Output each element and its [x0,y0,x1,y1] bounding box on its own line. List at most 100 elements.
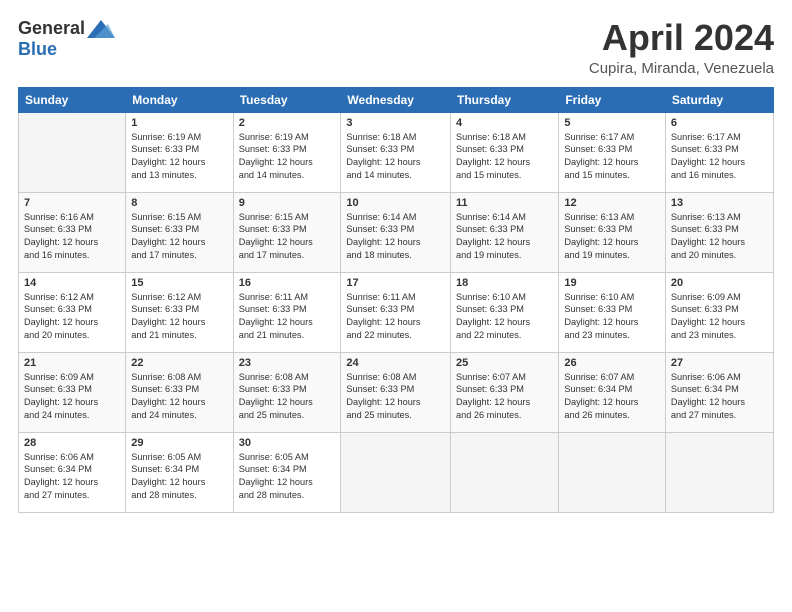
th-friday: Friday [559,87,666,112]
day-info: Sunrise: 6:05 AM Sunset: 6:34 PM Dayligh… [239,451,336,503]
calendar-cell: 9 Sunrise: 6:15 AM Sunset: 6:33 PM Dayli… [233,192,341,272]
day-info: Sunrise: 6:14 AM Sunset: 6:33 PM Dayligh… [456,211,553,263]
day-number: 1 [131,117,227,129]
calendar-cell: 13 Sunrise: 6:13 AM Sunset: 6:33 PM Dayl… [665,192,773,272]
day-info: Sunrise: 6:10 AM Sunset: 6:33 PM Dayligh… [564,291,660,343]
weekday-header-row: Sunday Monday Tuesday Wednesday Thursday… [19,87,774,112]
day-info: Sunrise: 6:13 AM Sunset: 6:33 PM Dayligh… [564,211,660,263]
day-info: Sunrise: 6:09 AM Sunset: 6:33 PM Dayligh… [671,291,768,343]
day-info: Sunrise: 6:09 AM Sunset: 6:33 PM Dayligh… [24,371,120,423]
calendar-cell: 11 Sunrise: 6:14 AM Sunset: 6:33 PM Dayl… [451,192,559,272]
day-number: 20 [671,277,768,289]
day-info: Sunrise: 6:17 AM Sunset: 6:33 PM Dayligh… [564,131,660,183]
day-number: 19 [564,277,660,289]
day-number: 17 [346,277,445,289]
day-number: 30 [239,437,336,449]
calendar-cell: 3 Sunrise: 6:18 AM Sunset: 6:33 PM Dayli… [341,112,451,192]
calendar-cell: 1 Sunrise: 6:19 AM Sunset: 6:33 PM Dayli… [126,112,233,192]
main-container: General Blue April 2024 Cupira, Miranda,… [0,0,792,612]
day-number: 11 [456,197,553,209]
day-info: Sunrise: 6:19 AM Sunset: 6:33 PM Dayligh… [131,131,227,183]
day-info: Sunrise: 6:15 AM Sunset: 6:33 PM Dayligh… [239,211,336,263]
th-monday: Monday [126,87,233,112]
calendar-cell: 4 Sunrise: 6:18 AM Sunset: 6:33 PM Dayli… [451,112,559,192]
calendar-cell [19,112,126,192]
day-number: 6 [671,117,768,129]
calendar-week-row: 21 Sunrise: 6:09 AM Sunset: 6:33 PM Dayl… [19,352,774,432]
day-number: 27 [671,357,768,369]
day-number: 22 [131,357,227,369]
day-info: Sunrise: 6:10 AM Sunset: 6:33 PM Dayligh… [456,291,553,343]
calendar-cell: 23 Sunrise: 6:08 AM Sunset: 6:33 PM Dayl… [233,352,341,432]
title-block: April 2024 Cupira, Miranda, Venezuela [589,18,774,77]
calendar-cell: 2 Sunrise: 6:19 AM Sunset: 6:33 PM Dayli… [233,112,341,192]
th-wednesday: Wednesday [341,87,451,112]
calendar-cell: 16 Sunrise: 6:11 AM Sunset: 6:33 PM Dayl… [233,272,341,352]
calendar-cell: 20 Sunrise: 6:09 AM Sunset: 6:33 PM Dayl… [665,272,773,352]
calendar-week-row: 7 Sunrise: 6:16 AM Sunset: 6:33 PM Dayli… [19,192,774,272]
calendar-cell: 5 Sunrise: 6:17 AM Sunset: 6:33 PM Dayli… [559,112,666,192]
th-thursday: Thursday [451,87,559,112]
day-info: Sunrise: 6:08 AM Sunset: 6:33 PM Dayligh… [346,371,445,423]
day-info: Sunrise: 6:06 AM Sunset: 6:34 PM Dayligh… [671,371,768,423]
day-info: Sunrise: 6:08 AM Sunset: 6:33 PM Dayligh… [239,371,336,423]
day-info: Sunrise: 6:07 AM Sunset: 6:34 PM Dayligh… [564,371,660,423]
day-info: Sunrise: 6:17 AM Sunset: 6:33 PM Dayligh… [671,131,768,183]
day-number: 16 [239,277,336,289]
day-info: Sunrise: 6:16 AM Sunset: 6:33 PM Dayligh… [24,211,120,263]
calendar-cell: 30 Sunrise: 6:05 AM Sunset: 6:34 PM Dayl… [233,432,341,512]
calendar-cell: 15 Sunrise: 6:12 AM Sunset: 6:33 PM Dayl… [126,272,233,352]
calendar-cell: 14 Sunrise: 6:12 AM Sunset: 6:33 PM Dayl… [19,272,126,352]
day-number: 10 [346,197,445,209]
calendar-cell: 10 Sunrise: 6:14 AM Sunset: 6:33 PM Dayl… [341,192,451,272]
calendar-cell: 18 Sunrise: 6:10 AM Sunset: 6:33 PM Dayl… [451,272,559,352]
day-number: 4 [456,117,553,129]
calendar-cell: 21 Sunrise: 6:09 AM Sunset: 6:33 PM Dayl… [19,352,126,432]
logo-blue-text: Blue [18,39,57,60]
day-number: 12 [564,197,660,209]
location: Cupira, Miranda, Venezuela [589,60,774,77]
calendar-cell [341,432,451,512]
day-number: 15 [131,277,227,289]
calendar-table: Sunday Monday Tuesday Wednesday Thursday… [18,87,774,513]
day-info: Sunrise: 6:18 AM Sunset: 6:33 PM Dayligh… [346,131,445,183]
calendar-cell: 27 Sunrise: 6:06 AM Sunset: 6:34 PM Dayl… [665,352,773,432]
calendar-cell: 19 Sunrise: 6:10 AM Sunset: 6:33 PM Dayl… [559,272,666,352]
calendar-cell: 8 Sunrise: 6:15 AM Sunset: 6:33 PM Dayli… [126,192,233,272]
calendar-cell: 7 Sunrise: 6:16 AM Sunset: 6:33 PM Dayli… [19,192,126,272]
day-number: 18 [456,277,553,289]
day-number: 5 [564,117,660,129]
calendar-cell: 17 Sunrise: 6:11 AM Sunset: 6:33 PM Dayl… [341,272,451,352]
th-tuesday: Tuesday [233,87,341,112]
day-info: Sunrise: 6:07 AM Sunset: 6:33 PM Dayligh… [456,371,553,423]
day-info: Sunrise: 6:19 AM Sunset: 6:33 PM Dayligh… [239,131,336,183]
calendar-cell: 24 Sunrise: 6:08 AM Sunset: 6:33 PM Dayl… [341,352,451,432]
calendar-cell: 22 Sunrise: 6:08 AM Sunset: 6:33 PM Dayl… [126,352,233,432]
day-number: 23 [239,357,336,369]
day-number: 3 [346,117,445,129]
calendar-cell: 25 Sunrise: 6:07 AM Sunset: 6:33 PM Dayl… [451,352,559,432]
day-number: 25 [456,357,553,369]
day-info: Sunrise: 6:12 AM Sunset: 6:33 PM Dayligh… [131,291,227,343]
day-number: 13 [671,197,768,209]
day-number: 7 [24,197,120,209]
day-info: Sunrise: 6:05 AM Sunset: 6:34 PM Dayligh… [131,451,227,503]
logo: General Blue [18,18,115,60]
calendar-cell: 26 Sunrise: 6:07 AM Sunset: 6:34 PM Dayl… [559,352,666,432]
calendar-cell [559,432,666,512]
calendar-week-row: 28 Sunrise: 6:06 AM Sunset: 6:34 PM Dayl… [19,432,774,512]
day-info: Sunrise: 6:13 AM Sunset: 6:33 PM Dayligh… [671,211,768,263]
day-info: Sunrise: 6:11 AM Sunset: 6:33 PM Dayligh… [239,291,336,343]
day-info: Sunrise: 6:15 AM Sunset: 6:33 PM Dayligh… [131,211,227,263]
day-number: 8 [131,197,227,209]
day-number: 21 [24,357,120,369]
day-number: 29 [131,437,227,449]
th-saturday: Saturday [665,87,773,112]
day-info: Sunrise: 6:08 AM Sunset: 6:33 PM Dayligh… [131,371,227,423]
calendar-cell: 28 Sunrise: 6:06 AM Sunset: 6:34 PM Dayl… [19,432,126,512]
calendar-cell: 6 Sunrise: 6:17 AM Sunset: 6:33 PM Dayli… [665,112,773,192]
day-number: 24 [346,357,445,369]
calendar-cell: 29 Sunrise: 6:05 AM Sunset: 6:34 PM Dayl… [126,432,233,512]
day-number: 28 [24,437,120,449]
day-info: Sunrise: 6:06 AM Sunset: 6:34 PM Dayligh… [24,451,120,503]
